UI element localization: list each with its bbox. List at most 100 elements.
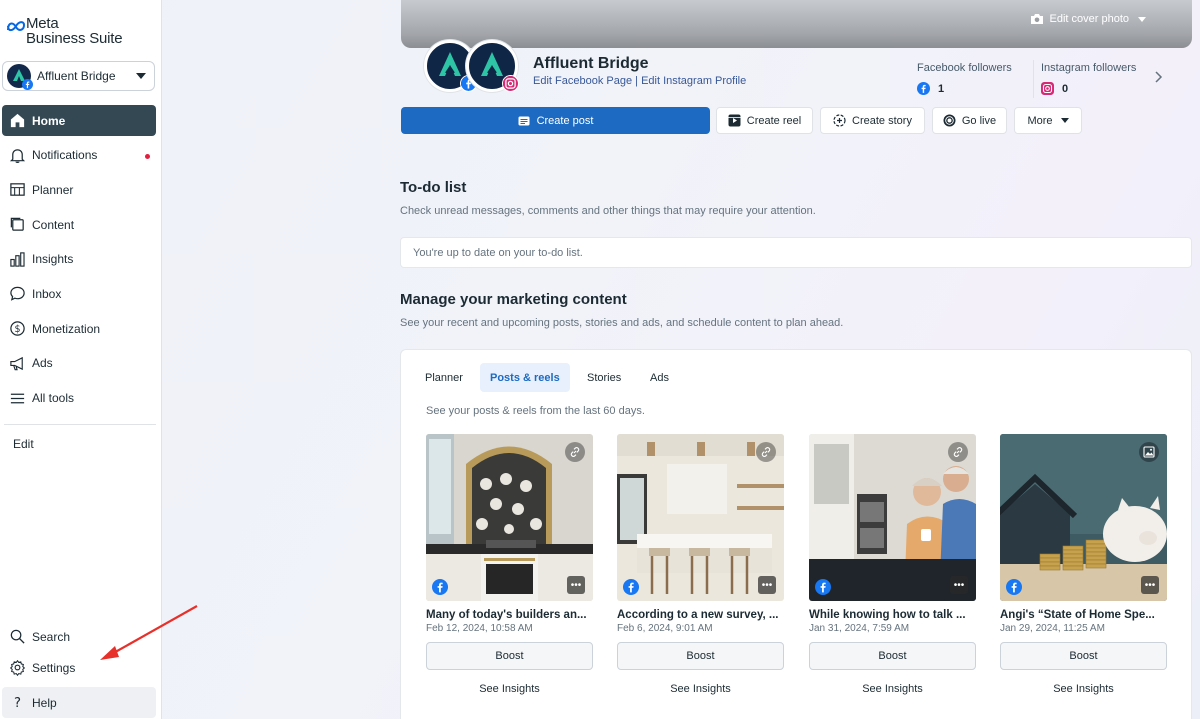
meta-business-suite-logo[interactable]: Meta Business Suite [6, 16, 123, 46]
content-icon [8, 216, 26, 234]
sidebar-item-inbox[interactable]: Inbox [2, 278, 156, 309]
more-label: More [1027, 114, 1053, 127]
create-reel-label: Create reel [746, 114, 802, 127]
page-edit-links: Edit Facebook Page | Edit Instagram Prof… [533, 75, 746, 87]
post-thumbnail[interactable]: ••• [809, 434, 976, 601]
post-card[interactable]: ••• Many of today's builders an... Feb 1… [426, 434, 593, 695]
camera-icon [1030, 14, 1043, 24]
sidebar-item-notifications[interactable]: Notifications [2, 140, 156, 171]
instagram-profile-picture[interactable] [466, 40, 519, 92]
svg-text:?: ? [13, 696, 20, 711]
sidebar-item-home[interactable]: Home [2, 105, 156, 136]
create-reel-button[interactable]: Create reel [716, 107, 813, 134]
edit-shortcuts-link[interactable]: Edit [13, 437, 34, 451]
account-name: Affluent Bridge [37, 69, 116, 83]
dollar-icon: $ [8, 320, 26, 338]
sidebar-divider [4, 424, 156, 425]
post-card[interactable]: ••• Angi's “State of Home Spe... Jan 29,… [1000, 434, 1167, 695]
chevron-right-icon[interactable] [1153, 70, 1163, 84]
reel-icon [728, 114, 741, 127]
more-actions-button[interactable]: More [1014, 107, 1082, 134]
boost-button[interactable]: Boost [426, 642, 593, 670]
marketing-subtitle: See your recent and upcoming posts, stor… [400, 317, 844, 329]
story-icon [833, 114, 846, 127]
sidebar-item-monetization[interactable]: $ Monetization [2, 313, 156, 344]
post-date: Jan 29, 2024, 11:25 AM [1000, 623, 1105, 634]
link-icon [565, 442, 585, 462]
sidebar-item-label: Search [32, 629, 71, 644]
more-options-icon[interactable]: ••• [758, 576, 776, 594]
marketing-title: Manage your marketing content [400, 291, 627, 308]
create-post-label: Create post [536, 114, 594, 127]
post-title: Many of today's builders an... [426, 609, 587, 621]
edit-facebook-page-link[interactable]: Edit Facebook Page [533, 75, 632, 87]
more-options-icon[interactable]: ••• [950, 576, 968, 594]
see-insights-link[interactable]: See Insights [617, 683, 784, 695]
sidebar-item-insights[interactable]: Insights [2, 244, 156, 275]
sidebar-item-content[interactable]: Content [2, 209, 156, 240]
sidebar-item-planner[interactable]: Planner [2, 174, 156, 205]
account-avatar [7, 64, 33, 90]
edit-cover-photo-button[interactable]: Edit cover photo [1030, 13, 1146, 25]
sidebar-item-ads[interactable]: Ads [2, 348, 156, 379]
post-card[interactable]: ••• According to a new survey, ... Feb 6… [617, 434, 784, 695]
boost-button[interactable]: Boost [1000, 642, 1167, 670]
go-live-button[interactable]: Go live [932, 107, 1007, 134]
post-title: Angi's “State of Home Spe... [1000, 609, 1155, 621]
link-separator: | [632, 75, 642, 87]
facebook-icon [22, 79, 33, 90]
post-date: Feb 6, 2024, 9:01 AM [617, 623, 713, 634]
cover-photo: Edit cover photo [401, 0, 1192, 48]
see-insights-link[interactable]: See Insights [1000, 683, 1167, 695]
sidebar-item-label: Inbox [32, 286, 62, 301]
post-thumbnail[interactable]: ••• [617, 434, 784, 601]
megaphone-icon [8, 354, 26, 372]
create-story-label: Create story [852, 114, 912, 127]
link-icon [948, 442, 968, 462]
edit-instagram-profile-link[interactable]: Edit Instagram Profile [641, 75, 746, 87]
more-options-icon[interactable]: ••• [1141, 576, 1159, 594]
sidebar-item-help[interactable]: ? Help [2, 687, 156, 718]
instagram-followers: Instagram followers 0 [1041, 62, 1136, 95]
see-insights-link[interactable]: See Insights [426, 683, 593, 695]
boost-button[interactable]: Boost [617, 642, 784, 670]
sidebar-item-label: Insights [32, 252, 74, 267]
facebook-icon [623, 579, 639, 595]
annotation-arrow-icon [100, 605, 198, 660]
more-options-icon[interactable]: ••• [567, 576, 585, 594]
page-name: Affluent Bridge [533, 55, 649, 72]
post-title: According to a new survey, ... [617, 609, 779, 621]
account-switcher[interactable]: Affluent Bridge [2, 61, 155, 91]
instagram-icon [502, 75, 519, 92]
tab-stories[interactable]: Stories [577, 363, 631, 392]
post-card[interactable]: ••• While knowing how to talk ... Jan 31… [809, 434, 976, 695]
see-insights-link[interactable]: See Insights [809, 683, 976, 695]
create-post-button[interactable]: Create post [401, 107, 710, 134]
instagram-followers-count: 0 [1062, 82, 1069, 95]
planner-icon [8, 181, 26, 199]
edit-cover-label: Edit cover photo [1049, 13, 1130, 25]
todo-title: To-do list [400, 179, 467, 196]
create-story-button[interactable]: Create story [820, 107, 925, 134]
menu-icon [8, 389, 26, 407]
insights-icon [8, 250, 26, 268]
sidebar-item-label: Planner [32, 182, 74, 197]
home-icon [8, 112, 26, 130]
post-date: Jan 31, 2024, 7:59 AM [809, 623, 910, 634]
go-live-label: Go live [961, 114, 997, 127]
todo-subtitle: Check unread messages, comments and othe… [400, 205, 816, 217]
post-thumbnail[interactable]: ••• [426, 434, 593, 601]
instagram-followers-label: Instagram followers [1041, 62, 1137, 74]
tab-planner[interactable]: Planner [415, 363, 473, 392]
tab-ads[interactable]: Ads [640, 363, 679, 392]
post-thumbnail[interactable]: ••• [1000, 434, 1167, 601]
posts-hint: See your posts & reels from the last 60 … [426, 405, 645, 417]
tab-posts-reels[interactable]: Posts & reels [480, 363, 570, 392]
inbox-icon [8, 285, 26, 303]
sidebar-item-label: Home [32, 113, 66, 128]
sidebar-nav: Home Notifications Planner Content Insig… [2, 105, 156, 417]
sidebar-item-label: Content [32, 217, 75, 232]
live-icon [943, 114, 956, 127]
boost-button[interactable]: Boost [809, 642, 976, 670]
sidebar-item-all-tools[interactable]: All tools [2, 383, 156, 414]
